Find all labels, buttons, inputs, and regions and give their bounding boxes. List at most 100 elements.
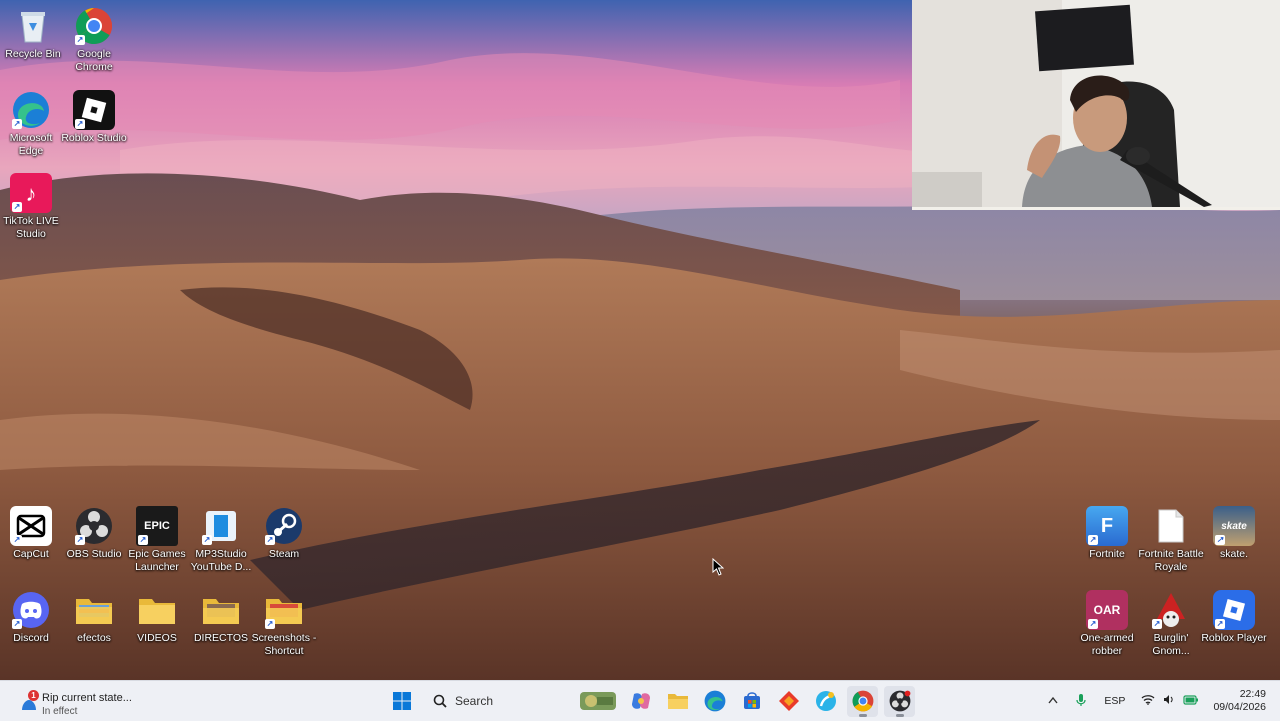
desktop-icon-label: skate.: [1219, 548, 1248, 560]
desktop-icon-epic-games-launcher[interactable]: EPIC ↗ Epic Games Launcher: [124, 506, 190, 574]
desktop-icon-burglin-gnomes[interactable]: ↗ Burglin' Gnom...: [1138, 590, 1204, 658]
desktop-icon-steam[interactable]: ↗ Steam: [251, 506, 317, 561]
desktop-icon-videos-folder[interactable]: VIDEOS: [124, 590, 190, 645]
clock[interactable]: 22:49 09/04/2026: [1213, 688, 1266, 714]
taskbar-search-box[interactable]: Search: [423, 686, 571, 716]
widgets-button[interactable]: [577, 686, 619, 717]
store-icon: [743, 692, 760, 709]
desktop-icon-label: CapCut: [13, 548, 49, 560]
shortcut-arrow-icon: ↗: [75, 119, 85, 129]
notification-badge: 1: [28, 690, 39, 701]
speaker-icon: [1164, 695, 1174, 704]
folder-icon: [136, 590, 178, 630]
tiktok-live-button[interactable]: [810, 686, 841, 717]
obs-icon: [889, 690, 910, 712]
desktop-icon-label: TikTok LIVE Studio: [3, 215, 59, 240]
desktop-icon-recycle-bin[interactable]: Recycle Bin: [0, 6, 66, 61]
desktop-icon-microsoft-edge[interactable]: ↗ Microsoft Edge: [0, 90, 64, 158]
microphone-button[interactable]: [1076, 693, 1087, 710]
red-app-button[interactable]: [773, 686, 804, 717]
system-tray: ESP 22:49 09/04/2026: [1048, 681, 1280, 721]
battery-icon: [1183, 694, 1199, 705]
desktop-icon-label: Roblox Player: [1201, 632, 1267, 644]
desktop-icon-label: OBS Studio: [66, 548, 122, 560]
chrome-button[interactable]: [847, 685, 878, 717]
desktop-icon-fortnite-battle-royale[interactable]: Fortnite Battle Royale: [1138, 506, 1204, 574]
taskbar-pinned-apps: Search: [386, 681, 915, 721]
webcam-person-image: [912, 0, 1280, 207]
desktop-icon-label: Fortnite Battle Royale: [1138, 548, 1204, 573]
shortcut-arrow-icon: ↗: [265, 619, 275, 629]
desktop-icon-label: Screenshots - Shortcut: [251, 632, 317, 657]
app-red-icon: [778, 691, 799, 711]
desktop-icon-capcut[interactable]: ↗ CapCut: [0, 506, 64, 561]
obs-icon: ↗: [73, 506, 115, 546]
desktop-icon-google-chrome[interactable]: ↗ Google Chrome: [61, 6, 127, 74]
desktop-icon-label: VIDEOS: [137, 632, 177, 644]
desktop-icon-skate[interactable]: skate ↗ skate.: [1201, 506, 1267, 561]
shortcut-arrow-icon: ↗: [202, 535, 212, 545]
search-placeholder: Search: [455, 694, 494, 708]
edge-icon: [704, 690, 725, 712]
desktop-icon-roblox-studio[interactable]: ↗ Roblox Studio: [61, 90, 127, 145]
wifi-button[interactable]: [1141, 694, 1155, 708]
tiktok-live-icon: [815, 691, 836, 711]
chrome-icon: ↗: [73, 6, 115, 46]
steam-icon: ↗: [263, 506, 305, 546]
discord-icon: ↗: [10, 590, 52, 630]
language-indicator[interactable]: ESP: [1104, 695, 1125, 707]
volume-button[interactable]: [1163, 694, 1175, 708]
desktop-icon-roblox-player[interactable]: ↗ Roblox Player: [1201, 590, 1267, 645]
recycle-bin-icon: [12, 6, 54, 46]
desktop-icon-label: Steam: [268, 548, 300, 560]
epic-glyph: EPIC: [144, 519, 170, 532]
desktop-icon-label: Burglin' Gnom...: [1152, 632, 1190, 657]
copilot-button[interactable]: [625, 686, 656, 717]
start-button[interactable]: [386, 686, 417, 717]
clock-date: 09/04/2026: [1213, 701, 1266, 713]
windows-start-icon: [392, 692, 411, 710]
file-explorer-button[interactable]: [662, 686, 693, 717]
burglin-gnomes-icon: ↗: [1150, 590, 1192, 630]
shortcut-arrow-icon: ↗: [12, 202, 22, 212]
desktop-icon-screenshots-shortcut[interactable]: ↗ Screenshots - Shortcut: [251, 590, 317, 658]
fortnite-icon: F ↗: [1086, 506, 1128, 546]
desktop-icon-tiktok-live-studio[interactable]: ♪ ↗ TikTok LIVE Studio: [0, 173, 64, 241]
folder-icon: ↗: [263, 590, 305, 630]
desktop-icon-label: Roblox Studio: [61, 132, 127, 144]
taskbar: 1 Rip current state... In effect Search: [0, 680, 1280, 721]
fortnite-glyph: F: [1100, 514, 1114, 537]
desktop-icon-directos-folder[interactable]: DIRECTOS: [188, 590, 254, 645]
chrome-icon: [852, 690, 873, 712]
shortcut-arrow-icon: ↗: [1152, 619, 1162, 629]
desktop-icon-one-armed-robber[interactable]: OAR ↗ One-armed robber: [1074, 590, 1140, 658]
weather-notification[interactable]: 1 Rip current state... In effect: [20, 686, 220, 718]
microphone-icon: [1076, 693, 1087, 706]
desktop-icon-obs-studio[interactable]: ↗ OBS Studio: [61, 506, 127, 561]
one-armed-robber-icon: OAR ↗: [1086, 590, 1128, 630]
mp3studio-icon: ↗: [200, 506, 242, 546]
store-button[interactable]: [736, 686, 767, 717]
desktop-icon-fortnite[interactable]: F ↗ Fortnite: [1074, 506, 1140, 561]
epic-games-icon: EPIC ↗: [136, 506, 178, 546]
mouse-cursor-icon: [712, 557, 725, 581]
tiktok-glyph: ♪: [25, 180, 37, 206]
desktop-icon-label: Fortnite: [1089, 548, 1125, 560]
shortcut-arrow-icon: ↗: [265, 535, 275, 545]
desktop-icon-label: MP3Studio YouTube D...: [190, 548, 252, 573]
battery-button[interactable]: [1183, 694, 1199, 708]
desktop-icon-label: efectos: [77, 632, 111, 644]
shortcut-arrow-icon: ↗: [12, 619, 22, 629]
desktop-icon-label: Recycle Bin: [5, 48, 61, 60]
desktop-icon-label: Microsoft Edge: [9, 132, 53, 157]
edge-button[interactable]: [699, 686, 730, 717]
desktop-icon-label: One-armed robber: [1080, 632, 1134, 657]
desktop-icon-discord[interactable]: ↗ Discord: [0, 590, 64, 645]
desktop-icon-efectos-folder[interactable]: efectos: [61, 590, 127, 645]
desktop-icon-label: Discord: [13, 632, 49, 644]
obs-button[interactable]: [884, 685, 915, 717]
shortcut-arrow-icon: ↗: [75, 35, 85, 45]
desktop-icon-mp3studio[interactable]: ↗ MP3Studio YouTube D...: [188, 506, 254, 574]
robber-glyph: OAR: [1093, 602, 1121, 617]
show-hidden-icons-button[interactable]: [1048, 695, 1058, 707]
